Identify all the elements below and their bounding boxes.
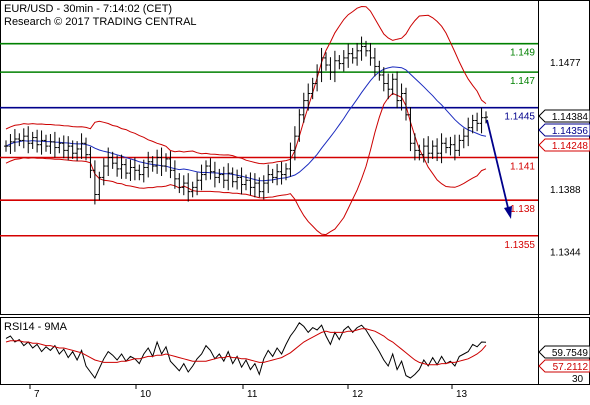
level-label-0: 1.149 bbox=[510, 48, 535, 59]
rsi-tag-ma-text: 57.2112 bbox=[553, 362, 589, 373]
chart-symbol-title: EUR/USD - 30min - 7:14:02 (CET) bbox=[4, 3, 172, 15]
price-tag-band: 1.14248 bbox=[538, 138, 590, 152]
rsi-panel-frame bbox=[0, 317, 590, 385]
level-label-2: 1.1445 bbox=[504, 112, 535, 123]
level-label-1: 1.147 bbox=[510, 76, 535, 87]
level-label-4: 1.138 bbox=[510, 204, 535, 215]
x-axis-tick-label-0: 7 bbox=[34, 389, 40, 400]
price-tag-ma: 1.14356 bbox=[538, 123, 590, 137]
chart-area: 1.149 1.147 1.1445 1.141 1.138 1.1355 1.1477 1… bbox=[0, 0, 590, 400]
chart-svg: 1.149 1.147 1.1445 1.141 1.138 1.1355 1.1477 1… bbox=[0, 0, 590, 400]
price-tag-last-text: 1.14384 bbox=[552, 112, 589, 123]
price-axis-tick-1: 1.1388 bbox=[550, 185, 581, 196]
level-label-3: 1.141 bbox=[510, 162, 535, 173]
rsi-panel-title: RSI14 - 9MA bbox=[4, 321, 68, 333]
chart-research-credit: Research © 2017 TRADING CENTRAL bbox=[4, 16, 197, 28]
price-tag-band-text: 1.14248 bbox=[552, 141, 589, 152]
rsi-tag-value: 59.7549 bbox=[538, 345, 590, 359]
rsi-axis-tick-0: 30 bbox=[572, 374, 584, 385]
rsi-tag-value-text: 59.7549 bbox=[552, 348, 589, 359]
price-axis-tick-0: 1.1477 bbox=[550, 58, 581, 69]
price-tag-last: 1.14384 bbox=[538, 109, 590, 123]
price-tag-ma-text: 1.14356 bbox=[552, 126, 589, 137]
rsi-tag-ma: 57.2112 bbox=[538, 359, 590, 373]
level-label-5: 1.1355 bbox=[504, 240, 535, 251]
x-axis-tick-label-1: 10 bbox=[140, 389, 152, 400]
x-axis-tick-label-4: 13 bbox=[456, 389, 468, 400]
x-axis-tick-label-3: 12 bbox=[352, 389, 364, 400]
x-axis-tick-label-2: 11 bbox=[247, 389, 258, 400]
price-axis-tick-2: 1.1344 bbox=[550, 247, 581, 258]
